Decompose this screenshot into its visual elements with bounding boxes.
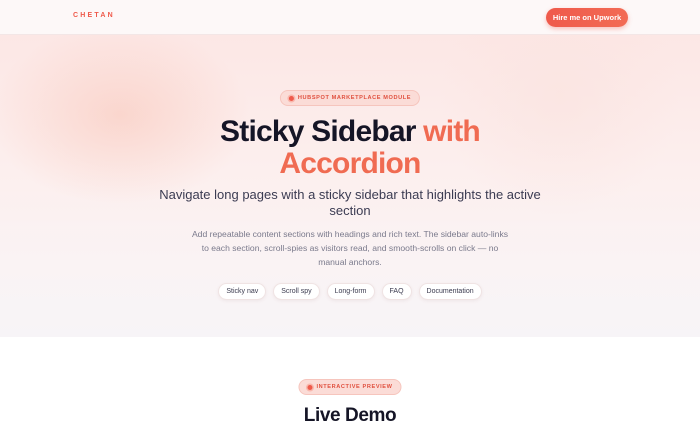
tag-faq: FAQ <box>381 283 412 300</box>
badge-dot-icon <box>288 95 294 101</box>
live-demo-section: INTERACTIVE PREVIEW Live Demo <box>0 337 700 438</box>
hire-me-button[interactable]: Hire me on Upwork <box>546 8 628 27</box>
hero-badge-label: HUBSPOT MARKETPLACE MODULE <box>297 95 412 101</box>
badge-dot-icon <box>307 384 313 390</box>
hero-subtitle: Navigate long pages with a sticky sideba… <box>159 187 541 218</box>
tag-documentation: Documentation <box>418 283 482 300</box>
demo-badge: INTERACTIVE PREVIEW <box>298 379 402 395</box>
demo-title: Live Demo <box>303 405 397 426</box>
feature-tags: Sticky nav Scroll spy Long-form FAQ Docu… <box>0 283 700 300</box>
tag-scroll-spy: Scroll spy <box>273 283 320 300</box>
hero-title-line-2: Accordion <box>279 147 421 180</box>
hero-title-line-1: Sticky Sidebar with <box>0 115 700 149</box>
hero-badge: HUBSPOT MARKETPLACE MODULE <box>279 90 421 106</box>
tag-sticky-nav: Sticky nav <box>218 283 267 300</box>
demo-badge-label: INTERACTIVE PREVIEW <box>316 384 393 390</box>
hero-description: Add repeatable content sections with hea… <box>191 229 509 267</box>
hero-title-plain: Sticky Sidebar <box>220 115 424 148</box>
brand-logo[interactable]: CHETAN <box>73 12 115 19</box>
hero-section: HUBSPOT MARKETPLACE MODULE Sticky Sideba… <box>0 35 700 337</box>
hero-title-accent-1: with <box>423 115 481 148</box>
top-navbar: CHETAN Hire me on Upwork <box>0 0 700 35</box>
tag-long-form: Long-form <box>326 283 375 300</box>
